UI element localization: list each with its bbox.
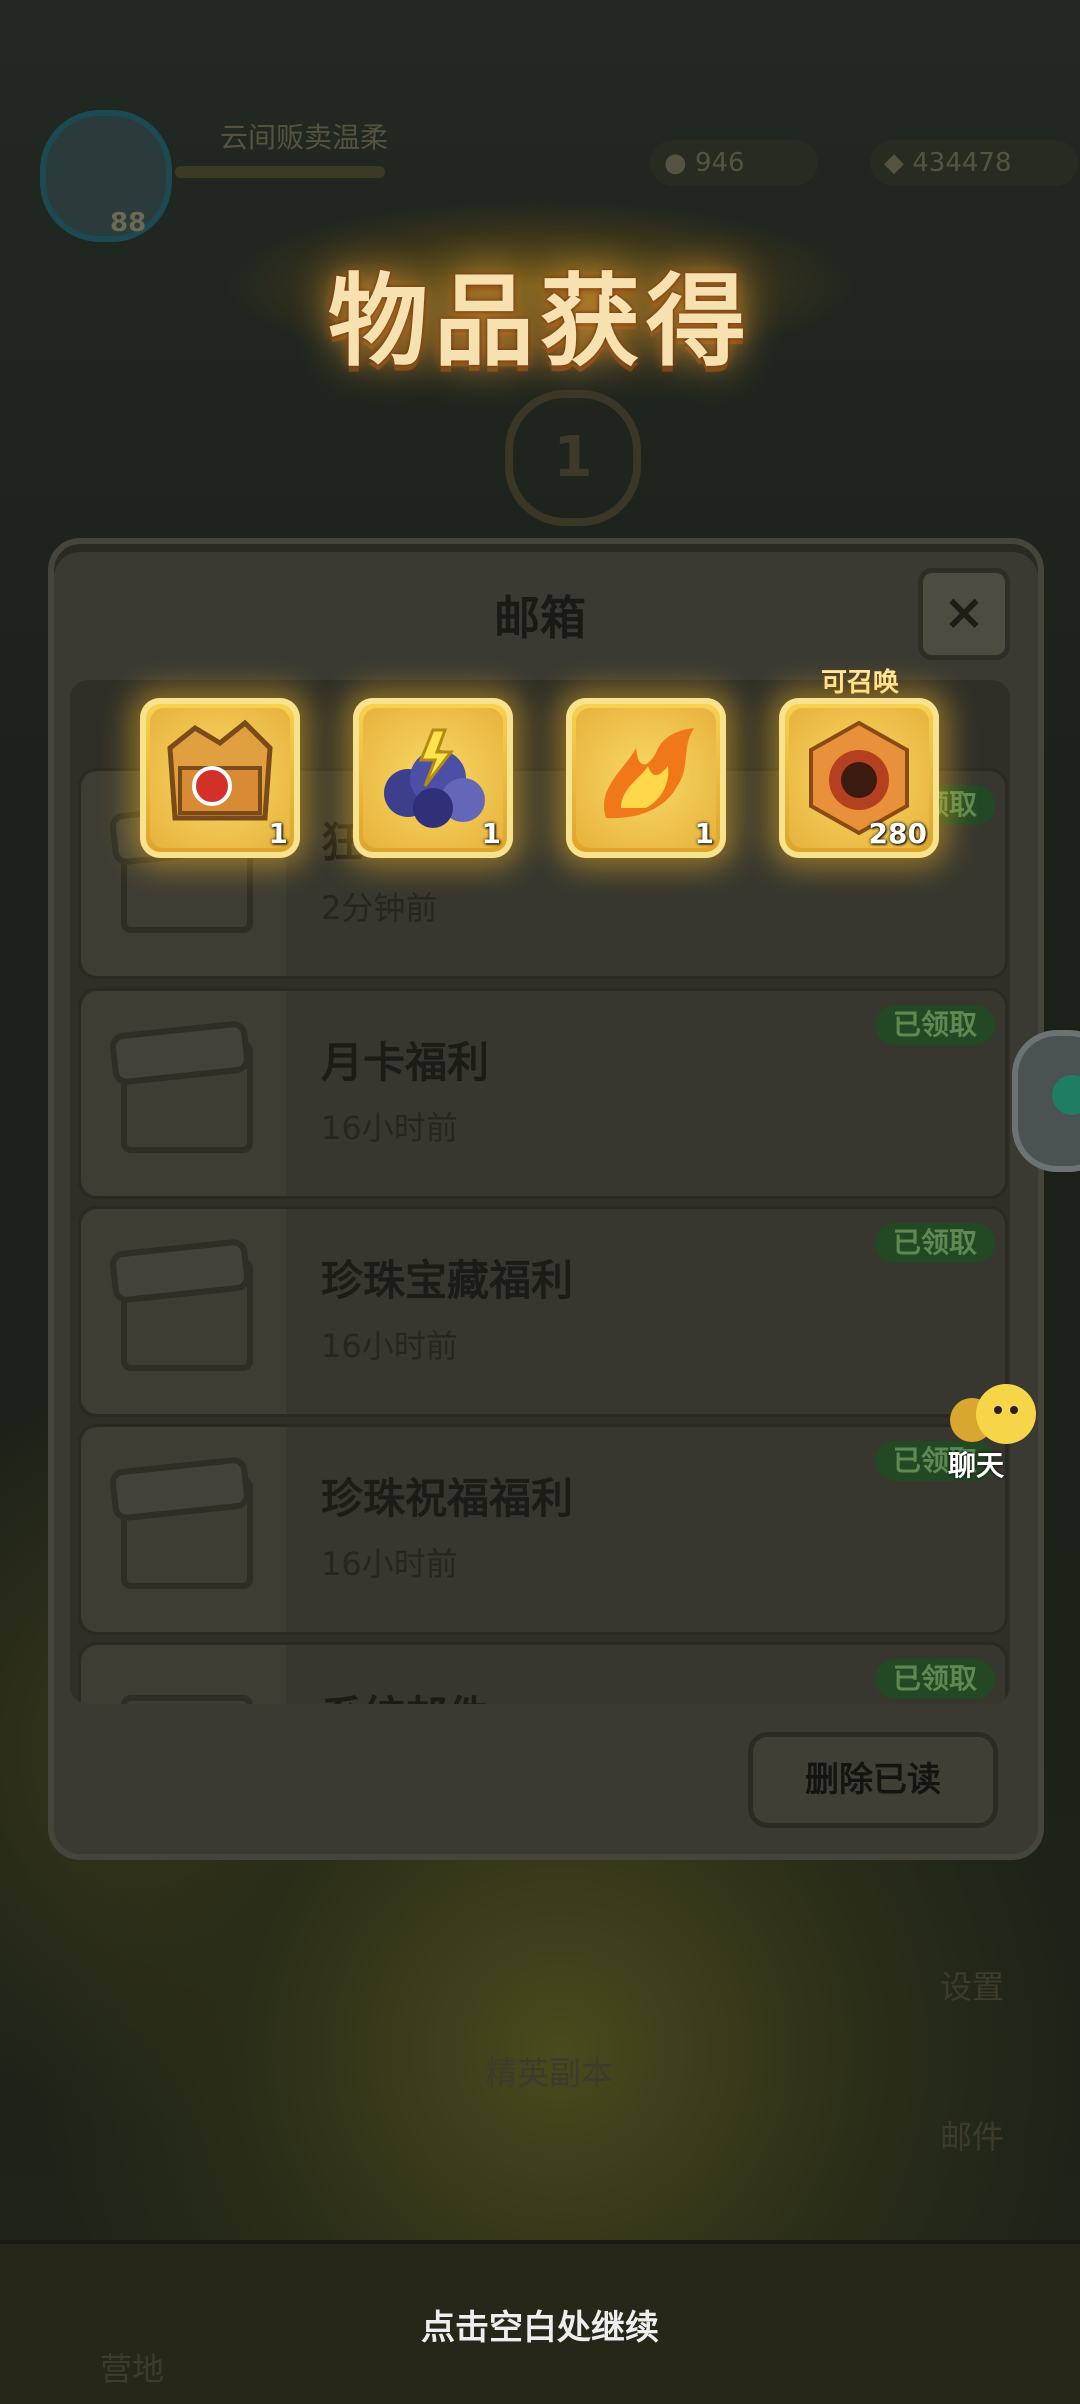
mail-time: 16小时前 xyxy=(321,1327,458,1365)
reward-item[interactable]: 1 xyxy=(566,698,726,858)
reward-title: 物品获得 xyxy=(328,263,752,380)
mail-item[interactable]: 珍珠宝藏福利 16小时前 已领取 xyxy=(78,1206,1008,1417)
mail-icon xyxy=(81,1209,286,1414)
close-button[interactable]: × xyxy=(918,568,1010,660)
item-count: 280 xyxy=(868,817,927,850)
player-name: 云间贩卖温柔 xyxy=(220,121,389,154)
reward-item[interactable]: 280 xyxy=(779,698,939,858)
tap-to-continue[interactable]: 点击空白处继续 xyxy=(0,2300,1080,2349)
mail-item[interactable]: 月卡福利 16小时前 已领取 xyxy=(78,988,1008,1199)
delete-read-button[interactable]: 删除已读 xyxy=(748,1732,998,1828)
mail-title: 珍珠宝藏福利 xyxy=(321,1256,574,1305)
mail-time: 2分钟前 xyxy=(321,889,438,927)
claimed-badge: 已领取 xyxy=(874,1659,995,1699)
exp-bar xyxy=(175,166,385,178)
item-count: 1 xyxy=(694,817,714,850)
mail-icon xyxy=(81,991,286,1196)
mail-title: 珍珠祝福福利 xyxy=(321,1474,574,1523)
mail-time: 16小时前 xyxy=(321,1109,458,1147)
item-count: 1 xyxy=(481,817,501,850)
currency-gold[interactable]: ● 946 xyxy=(650,140,818,186)
mail-item[interactable]: 珍珠祝福福利 16小时前 已领取 xyxy=(78,1424,1008,1635)
close-icon: × xyxy=(943,583,985,641)
mail-time: 16小时前 xyxy=(321,1545,458,1583)
mail-label[interactable]: 邮件 xyxy=(940,2112,1004,2158)
mail-item[interactable]: 系统邮件 已领取 xyxy=(78,1642,1008,1704)
claimed-badge: 已领取 xyxy=(874,1005,995,1045)
rank-badge: 1 xyxy=(505,390,641,526)
chat-label: 聊天 xyxy=(948,1449,1005,1482)
mail-icon xyxy=(81,1645,286,1704)
mail-title: 月卡福利 xyxy=(321,1038,490,1087)
summon-tag: 可召唤 xyxy=(820,668,899,698)
reward-item[interactable]: 1 xyxy=(140,698,300,858)
claimed-badge: 已领取 xyxy=(874,1223,995,1263)
reward-item[interactable]: 1 xyxy=(353,698,513,858)
box-icon xyxy=(121,1695,253,1704)
player-avatar[interactable] xyxy=(40,110,172,242)
elite-dungeon-label[interactable]: 精英副本 xyxy=(485,2048,613,2094)
gem-icon: ◆ xyxy=(884,148,913,178)
mail-title: 系统邮件 xyxy=(321,1683,489,1704)
player-level: 88 xyxy=(110,208,147,238)
mail-icon xyxy=(81,1427,286,1632)
nav-camp[interactable]: 营地 xyxy=(100,2344,164,2390)
item-count: 1 xyxy=(268,817,288,850)
coin-icon: ● xyxy=(664,148,695,178)
currency-gem[interactable]: ◆ 434478 xyxy=(870,140,1078,186)
settings-label[interactable]: 设置 xyxy=(940,1962,1004,2008)
